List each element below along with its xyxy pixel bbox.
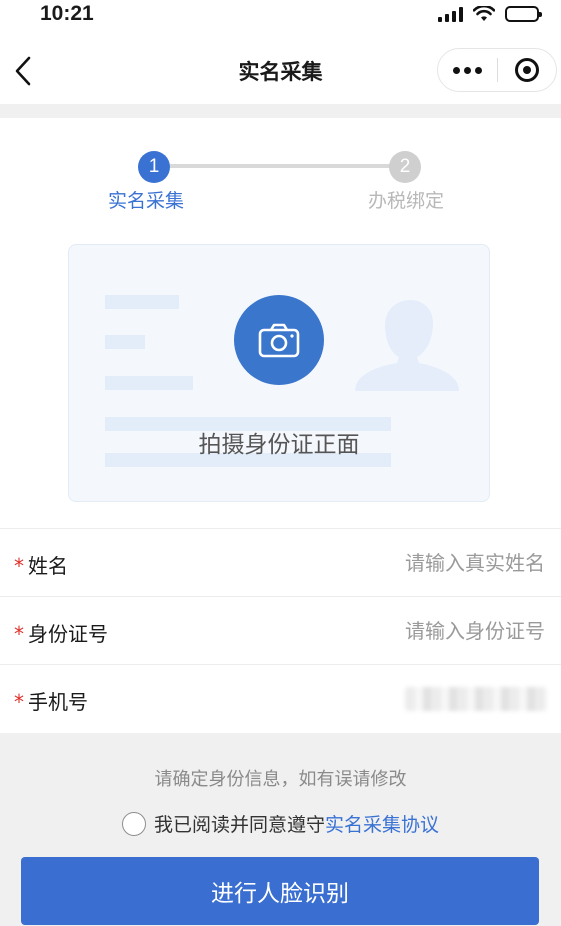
main-card: 1 2 实名采集 办税绑定 拍摄身份证正面 *姓名 *身份证号	[0, 118, 561, 733]
face-recognition-button[interactable]: 进行人脸识别	[21, 857, 539, 925]
agreement-row: 我已阅读并同意遵守 实名采集协议	[122, 810, 439, 837]
id-card-placeholder-line	[105, 295, 179, 309]
wifi-icon	[473, 6, 495, 21]
target-circle-icon[interactable]	[498, 49, 556, 91]
confirm-hint: 请确定身份信息，如有误请修改	[154, 769, 407, 790]
name-label: * 姓名	[14, 554, 68, 578]
id-card-placeholder-line	[105, 376, 193, 390]
id-capture-label: 拍摄身份证正面	[198, 432, 360, 458]
step-2-label: 办税绑定	[368, 190, 445, 212]
phone-label: * 手机号	[14, 690, 88, 714]
nav-bar: 实名采集	[0, 36, 561, 104]
agreement-text: 我已阅读并同意遵守	[154, 814, 326, 836]
name-row: * 姓名	[0, 528, 561, 596]
step-1-dot: 1	[138, 151, 170, 183]
identity-form: *姓名 *身份证号 *手机号	[0, 528, 561, 732]
signal-icon	[438, 6, 463, 22]
portrait-silhouette-icon	[355, 299, 459, 391]
battery-icon	[505, 6, 542, 22]
status-bar: 10:21	[0, 0, 561, 36]
agreement-checkbox[interactable]	[122, 811, 146, 836]
progress-steps: 1 2 实名采集 办税绑定	[0, 118, 561, 228]
step-2-dot: 2	[389, 151, 421, 183]
agreement-link[interactable]: 实名采集协议	[325, 810, 439, 837]
camera-icon	[258, 323, 300, 358]
id-number-row: * 身份证号	[0, 596, 561, 664]
phone-row: * 手机号	[0, 664, 561, 732]
id-card-capture-area[interactable]: 拍摄身份证正面	[68, 244, 490, 502]
phone-value-masked[interactable]	[405, 687, 547, 711]
camera-button[interactable]	[234, 295, 324, 385]
mini-program-capsule	[437, 48, 557, 92]
system-icons	[438, 6, 542, 22]
more-dots-icon[interactable]	[438, 49, 497, 91]
id-number-label: * 身份证号	[14, 622, 108, 646]
status-time: 10:21	[40, 2, 94, 25]
id-number-input[interactable]	[285, 611, 545, 651]
id-card-placeholder-line	[105, 335, 145, 349]
step-1-label: 实名采集	[108, 190, 185, 212]
step-connector	[170, 164, 390, 168]
name-input[interactable]	[285, 543, 545, 583]
